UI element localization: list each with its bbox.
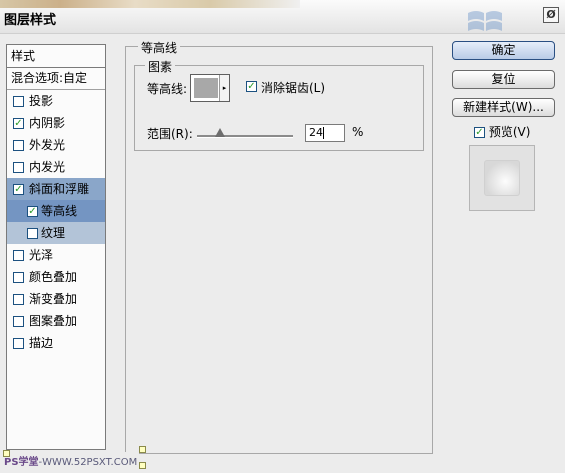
watermark-brand: PS学堂 <box>4 457 39 468</box>
list-item-pattern-overlay[interactable]: 图案叠加 <box>7 310 105 332</box>
range-slider-thumb[interactable] <box>215 128 226 137</box>
list-item-outer-glow[interactable]: 外发光 <box>7 134 105 156</box>
contour-group: 等高线 图素 等高线: ▸ ✓ 消除锯齿(L) 范围(R): 24 % <box>125 39 433 454</box>
windows-logo-icon <box>468 11 502 31</box>
preview-swatch <box>484 160 520 196</box>
checkbox-pattern-overlay[interactable] <box>13 316 24 327</box>
group-title: 等高线 <box>138 39 181 56</box>
corner-marker <box>3 450 10 457</box>
list-item-label: 图案叠加 <box>29 314 78 328</box>
reset-button[interactable]: 复位 <box>452 70 555 89</box>
list-item-gradient-overlay[interactable]: 渐变叠加 <box>7 288 105 310</box>
contour-label: 等高线: <box>147 82 188 96</box>
range-label: 范围(R): <box>147 127 193 141</box>
list-item-inner-shadow[interactable]: ✓ 内阴影 <box>7 112 105 134</box>
list-item-label: 纹理 <box>41 226 66 240</box>
list-item-label: 颜色叠加 <box>29 270 78 284</box>
range-unit: % <box>352 125 364 139</box>
list-item-texture[interactable]: 纹理 <box>7 222 105 244</box>
checkbox-color-overlay[interactable] <box>13 272 24 283</box>
title-bar: 图层样式 Ø <box>0 0 565 34</box>
checkbox-outer-glow[interactable] <box>13 140 24 151</box>
style-list-header[interactable]: 样式 <box>7 45 105 68</box>
checkbox-drop-shadow[interactable] <box>13 96 24 107</box>
checkbox-inner-glow[interactable] <box>13 162 24 173</box>
ok-button[interactable]: 确定 <box>452 41 555 60</box>
contour-preview <box>194 78 218 98</box>
preview-label[interactable]: 预览(V) <box>489 125 531 139</box>
list-item-satin[interactable]: 光泽 <box>7 244 105 266</box>
list-item-label: 投影 <box>29 94 54 108</box>
checkbox-texture[interactable] <box>27 228 38 239</box>
style-list: 样式 混合选项:自定 投影 ✓ 内阴影 外发光 内发光 ✓ 斜面和浮雕 ✓ 等高… <box>6 44 106 450</box>
list-item-label: 光泽 <box>29 248 54 262</box>
list-item-label: 等高线 <box>41 204 78 218</box>
range-slider-track[interactable] <box>197 135 293 138</box>
checkbox-contour[interactable]: ✓ <box>27 206 38 217</box>
corner-marker <box>139 462 146 469</box>
list-item-color-overlay[interactable]: 颜色叠加 <box>7 266 105 288</box>
checkbox-bevel-emboss[interactable]: ✓ <box>13 184 24 195</box>
checkbox-satin[interactable] <box>13 250 24 261</box>
checkbox-inner-shadow[interactable]: ✓ <box>13 118 24 129</box>
list-item-label: 渐变叠加 <box>29 292 78 306</box>
corner-marker <box>139 446 146 453</box>
close-button[interactable]: Ø <box>543 7 559 23</box>
preview-toggle[interactable]: ✓ 预览(V) <box>474 123 530 140</box>
window-title: 图层样式 <box>4 13 57 28</box>
checkbox-stroke[interactable] <box>13 338 24 349</box>
dropdown-arrow-icon[interactable]: ▸ <box>219 75 229 101</box>
text-caret <box>323 127 324 139</box>
contour-picker[interactable]: ▸ <box>190 74 230 102</box>
list-item-inner-glow[interactable]: 内发光 <box>7 156 105 178</box>
watermark: PS学堂-WWW.52PSXT.COM <box>2 452 140 469</box>
list-item-label: 内发光 <box>29 160 66 174</box>
new-style-button[interactable]: 新建样式(W)... <box>452 98 555 117</box>
list-item-contour[interactable]: ✓ 等高线 <box>7 200 105 222</box>
preview-checkbox[interactable]: ✓ <box>474 127 485 138</box>
background-photo-strip <box>0 0 300 8</box>
list-item-bevel-emboss[interactable]: ✓ 斜面和浮雕 <box>7 178 105 200</box>
antialias-checkbox[interactable]: ✓ <box>246 81 257 92</box>
range-value: 24 <box>309 126 323 139</box>
watermark-site: -WWW.52PSXT.COM <box>38 457 138 468</box>
list-item-label: 外发光 <box>29 138 66 152</box>
elements-subgroup: 图素 等高线: ▸ ✓ 消除锯齿(L) 范围(R): 24 % <box>134 58 424 151</box>
checkbox-gradient-overlay[interactable] <box>13 294 24 305</box>
style-preview <box>469 145 535 211</box>
antialias-label[interactable]: 消除锯齿(L) <box>261 79 325 96</box>
subgroup-title: 图素 <box>145 58 176 75</box>
list-item-stroke[interactable]: 描边 <box>7 332 105 354</box>
dialog-body: 样式 混合选项:自定 投影 ✓ 内阴影 外发光 内发光 ✓ 斜面和浮雕 ✓ 等高… <box>0 34 565 473</box>
list-item-label: 描边 <box>29 336 54 350</box>
list-item-label: 斜面和浮雕 <box>29 182 90 196</box>
blend-options-item[interactable]: 混合选项:自定 <box>7 68 105 90</box>
list-item-label: 内阴影 <box>29 116 66 130</box>
range-input[interactable]: 24 <box>305 124 345 142</box>
list-item-drop-shadow[interactable]: 投影 <box>7 90 105 112</box>
